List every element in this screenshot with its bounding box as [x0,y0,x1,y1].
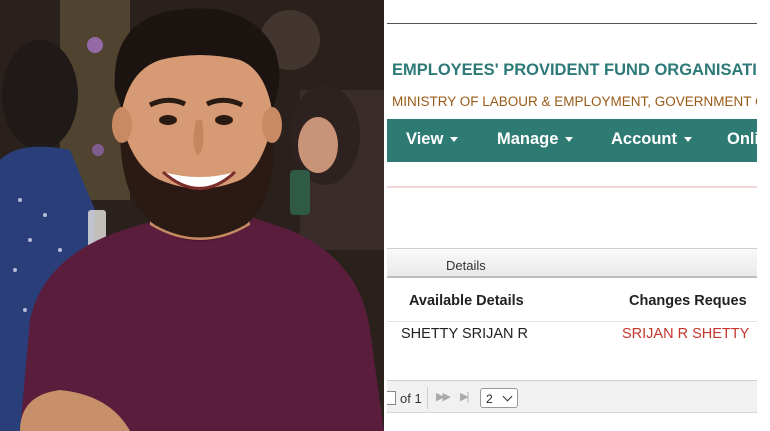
top-border-line [387,23,770,24]
caret-down-icon [450,137,459,142]
page-size-select[interactable]: 2 [480,388,518,408]
page-count-label: of 1 [400,391,422,406]
pager-separator [427,387,428,409]
next-page-icon[interactable]: ▶▶ [436,390,451,403]
table-pager: of 1 ▶▶ ▶| 2 [387,380,770,413]
nav-account-menu[interactable]: Account [611,130,692,149]
column-header-changes: Changes Reques [629,293,747,309]
caret-down-icon [565,137,574,142]
portrait-photo [0,0,384,431]
right-margin [757,0,770,431]
organisation-title: EMPLOYEES' PROVIDENT FUND ORGANISATION, [392,61,770,79]
nav-account-label: Account [611,130,677,148]
table-cell-available: SHETTY SRIJAN R [401,326,529,342]
ministry-subtitle: MINISTRY OF LABOUR & EMPLOYMENT, GOVERNM… [392,94,770,109]
nav-manage-label: Manage [497,130,559,148]
page-size-value: 2 [486,392,493,406]
caret-down-icon [684,137,692,142]
details-table: Details Available Details Changes Reques… [387,248,770,380]
row-separator [387,321,770,322]
table-cell-change: SRIJAN R SHETTY [622,326,750,342]
chevron-down-icon [502,391,513,402]
details-tab[interactable]: Details [446,258,486,273]
last-page-icon[interactable]: ▶| [460,390,469,403]
details-tab-header: Details [387,249,770,278]
portrait-illustration [0,0,384,431]
main-navbar: View Manage Account Onlin [387,119,770,162]
nav-view-label: View [406,130,444,148]
nav-manage-menu[interactable]: Manage [497,130,574,149]
nav-view-menu[interactable]: View [406,130,459,149]
epfo-portal-screenshot: EMPLOYEES' PROVIDENT FUND ORGANISATION, … [387,0,770,431]
page-number-input[interactable] [387,391,396,405]
section-divider [387,186,770,188]
column-header-available: Available Details [409,293,524,309]
